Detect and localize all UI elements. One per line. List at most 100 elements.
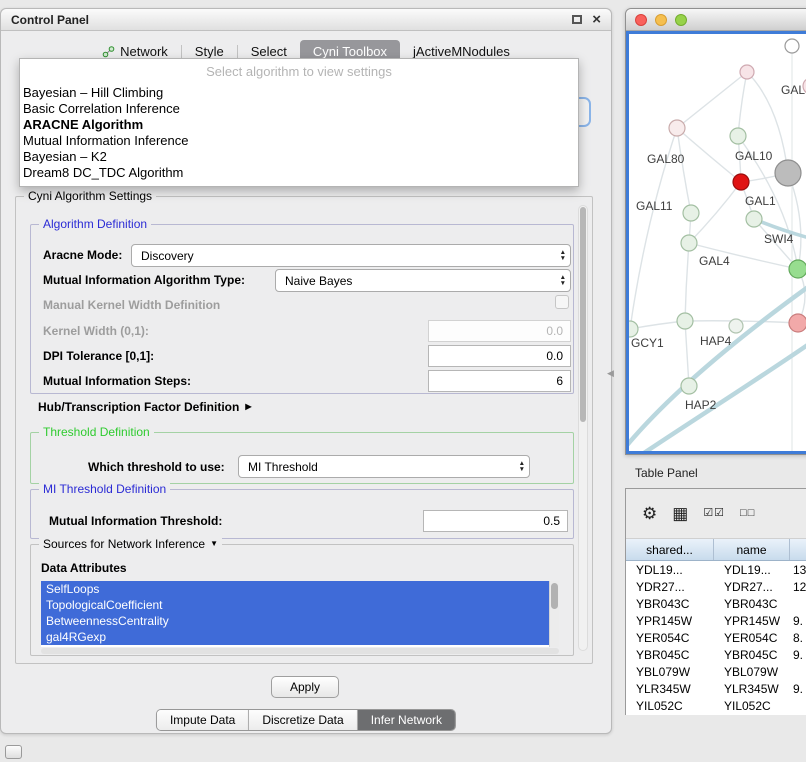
aracne-mode-select[interactable]: Discovery ▲ ▼ [131,244,571,267]
network-node[interactable] [733,174,749,190]
network-node[interactable] [669,120,685,136]
table-cell[interactable]: YBR043C [714,597,790,611]
table-row[interactable]: YDL19...YDL19...13 [626,561,806,578]
table-cell[interactable]: 9. [790,682,806,696]
panel-collapse-handle[interactable]: ◀ [607,368,614,379]
algorithm-option[interactable]: Bayesian – Hill Climbing [20,85,578,101]
network-node[interactable] [629,321,638,337]
attributes-horizontal-scrollbar[interactable] [41,648,559,654]
mi-steps-field[interactable]: 6 [428,370,571,392]
table-row[interactable]: YBR043CYBR043C [626,595,806,612]
network-node[interactable] [681,235,697,251]
float-window-icon[interactable] [572,15,582,24]
network-node[interactable] [746,211,762,227]
network-node[interactable] [729,319,743,333]
attribute-list-item[interactable]: gal4RGexp [41,629,549,645]
table-row[interactable]: YBR045CYBR045C9. [626,646,806,663]
tab-infer-network[interactable]: Infer Network [358,710,455,730]
data-attributes-list[interactable]: SelfLoopsTopologicalCoefficientBetweenne… [41,581,549,647]
columns-icon[interactable]: ▦ [672,505,688,522]
network-node[interactable] [789,314,806,332]
table-row[interactable]: YDR27...YDR27...12 [626,578,806,595]
table-cell[interactable]: YER054C [714,631,790,645]
table-row[interactable]: YER054CYER054C8. [626,629,806,646]
network-window-titlebar[interactable] [626,9,806,31]
gear-icon[interactable]: ⚙ [642,505,657,522]
table-cell[interactable]: YBL079W [714,665,790,679]
table-cell[interactable]: YDL19... [626,563,714,577]
scrollbar-thumb[interactable] [580,207,586,422]
network-node[interactable] [789,260,806,278]
table-cell[interactable]: YLR345W [626,682,714,696]
table-cell[interactable]: YBR045C [714,648,790,662]
table-cell[interactable]: YER054C [626,631,714,645]
attribute-list-item[interactable]: TopologicalCoefficient [41,597,549,613]
table-cell[interactable]: 9. [790,648,806,662]
column-header-shared-name[interactable]: shared... [626,539,714,560]
network-node[interactable] [681,378,697,394]
network-node[interactable] [730,128,746,144]
close-traffic-light[interactable] [635,14,647,26]
hub-definition-section[interactable]: Hub/Transcription Factor Definition ▶ [38,400,252,414]
close-icon[interactable]: × [592,12,601,27]
table-cell[interactable]: YBL079W [626,665,714,679]
column-header-name[interactable]: name [714,539,790,560]
network-edge[interactable] [629,272,806,450]
network-node[interactable] [775,160,801,186]
network-node[interactable] [677,313,693,329]
table-cell[interactable]: 9. [790,614,806,628]
settings-scrollbar[interactable] [578,205,588,651]
table-row[interactable]: YPR145WYPR145W9. [626,612,806,629]
tab-discretize-data[interactable]: Discretize Data [249,710,357,730]
table-cell[interactable]: YBR045C [626,648,714,662]
table-cell[interactable]: YPR145W [714,614,790,628]
network-edge[interactable] [677,128,691,213]
network-node[interactable] [740,65,754,79]
scrollbar-thumb[interactable] [551,583,558,609]
control-panel-titlebar[interactable]: Control Panel × [1,9,611,31]
network-edge[interactable] [788,173,801,269]
table-cell[interactable]: YDL19... [714,563,790,577]
algorithm-option[interactable]: Bayesian – K2 [20,149,578,165]
column-header-clipped[interactable] [790,539,806,560]
table-cell[interactable]: YDR27... [714,580,790,594]
algorithm-option[interactable]: Mutual Information Inference [20,133,578,149]
algorithm-option[interactable]: ARACNE Algorithm [20,117,578,133]
mi-algorithm-type-select[interactable]: Naive Bayes ▲ ▼ [275,269,571,292]
attribute-list-item[interactable]: BetweennessCentrality [41,613,549,629]
network-node[interactable] [683,205,699,221]
apply-button[interactable]: Apply [271,676,339,698]
table-cell[interactable]: 13 [790,563,806,577]
attribute-list-item[interactable]: SelfLoops [41,581,549,597]
mi-threshold-field[interactable]: 0.5 [423,510,568,532]
network-edge[interactable] [685,321,689,386]
zoom-traffic-light[interactable] [675,14,687,26]
network-canvas[interactable]: GAL80GAL10GAL11GAL1SWI4GAL4GCY1HAP4HAP2G… [626,31,806,454]
network-edge[interactable] [677,72,747,128]
select-all-icon[interactable]: ☑☑ [703,508,725,519]
table-row[interactable]: YIL052CYIL052C [626,697,806,714]
dpi-tolerance-field[interactable]: 0.0 [428,345,571,367]
table-cell[interactable]: 8. [790,631,806,645]
table-cell[interactable]: YLR345W [714,682,790,696]
attributes-scrollbar[interactable] [549,581,559,647]
algorithm-option[interactable]: Basic Correlation Inference [20,101,578,117]
table-cell[interactable]: YIL052C [714,699,790,713]
table-cell[interactable]: YDR27... [626,580,714,594]
table-row[interactable]: YLR345WYLR345W9. [626,680,806,697]
algorithm-option[interactable]: Dream8 DC_TDC Algorithm [20,165,578,181]
network-node[interactable] [785,39,799,53]
table-cell[interactable]: 12 [790,580,806,594]
minimized-panel-icon[interactable] [5,745,22,759]
table-row[interactable]: YBL079WYBL079W [626,663,806,680]
minimize-traffic-light[interactable] [655,14,667,26]
deselect-all-icon[interactable]: □□ [740,508,755,519]
table-cell[interactable]: YIL052C [626,699,714,713]
tab-impute-data[interactable]: Impute Data [157,710,249,730]
table-cell[interactable]: YPR145W [626,614,714,628]
which-threshold-select[interactable]: MI Threshold ▲ ▼ [238,455,530,478]
network-edge[interactable] [738,72,747,136]
table-cell[interactable]: YBR043C [626,597,714,611]
network-edge[interactable] [685,243,689,321]
sources-group-title[interactable]: Sources for Network Inference ▼ [39,537,222,551]
